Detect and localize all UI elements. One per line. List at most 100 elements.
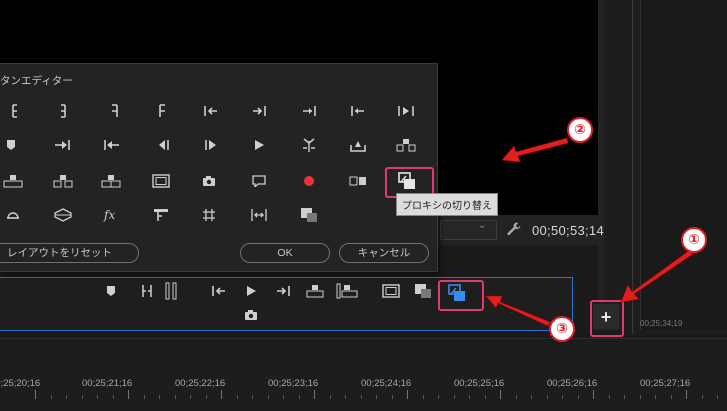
loop-icon[interactable] — [0, 204, 26, 226]
ruler-minor-tick — [438, 395, 439, 399]
playhead-timecode[interactable]: 00;50;53;14 — [532, 223, 604, 238]
ruler-minor-tick — [283, 395, 284, 399]
ruler-minor-tick — [485, 395, 486, 399]
ruler-minor-tick — [531, 395, 532, 399]
resolution-dropdown[interactable] — [440, 220, 497, 240]
overwrite-icon[interactable] — [98, 170, 124, 192]
wrench-icon[interactable] — [506, 221, 522, 237]
proxy-bar-highlight — [438, 280, 484, 311]
step-back-icon[interactable] — [98, 134, 124, 156]
chevron-down-icon[interactable]: ⌄ — [478, 220, 486, 231]
add-marker-icon[interactable] — [150, 100, 176, 122]
trim-monitor-icon[interactable] — [296, 134, 322, 156]
play-in-to-out-icon[interactable] — [393, 100, 419, 122]
ruler-ticks — [0, 372, 727, 402]
fx-icon[interactable]: fx — [98, 204, 124, 226]
ruler-minor-tick — [159, 395, 160, 399]
play-icon[interactable] — [238, 280, 264, 302]
ruler-major-tick — [500, 390, 501, 399]
ruler-major-tick — [686, 390, 687, 399]
ruler-minor-tick — [671, 395, 672, 399]
dialog-title: タンエディター — [0, 75, 73, 87]
ruler-minor-tick — [330, 395, 331, 399]
panel-gap — [604, 0, 632, 330]
go-to-in-icon[interactable] — [198, 100, 224, 122]
camera-icon[interactable] — [196, 170, 222, 192]
go-to-out-icon[interactable] — [270, 280, 296, 302]
ruler-minor-tick — [702, 395, 703, 399]
ruler-minor-tick — [392, 395, 393, 399]
fit-icon[interactable] — [246, 204, 272, 226]
grid-icon[interactable] — [196, 204, 222, 226]
extract-icon[interactable] — [0, 170, 26, 192]
overlay-icon[interactable] — [296, 204, 322, 226]
ruler-minor-tick — [345, 395, 346, 399]
ruler-minor-tick — [144, 395, 145, 399]
export-frame-icon[interactable] — [345, 134, 371, 156]
step-marker-3: ③ — [549, 316, 575, 342]
play-stop-icon[interactable] — [198, 134, 224, 156]
ruler-minor-tick — [376, 395, 377, 399]
mark-out-icon[interactable] — [50, 100, 76, 122]
go-to-previous-edit-icon[interactable] — [345, 100, 371, 122]
reset-layout-button[interactable]: レイアウトをリセット — [0, 243, 139, 263]
mark-in-out-icon[interactable] — [134, 280, 160, 302]
ruler-minor-tick — [361, 395, 362, 399]
right-panel-timecode: 00;25;34;19 — [640, 319, 683, 328]
ruler-major-tick — [407, 390, 408, 399]
ruler-minor-tick — [175, 395, 176, 399]
ruler-minor-tick — [547, 395, 548, 399]
comment-icon[interactable] — [246, 170, 272, 192]
cancel-button[interactable]: キャンセル — [339, 243, 429, 263]
ruler-minor-tick — [562, 395, 563, 399]
record-icon[interactable] — [296, 170, 322, 192]
lift-icon[interactable] — [393, 134, 419, 156]
ruler-minor-tick — [206, 395, 207, 399]
lumetri-icon[interactable] — [148, 204, 174, 226]
ruler-major-tick — [593, 390, 594, 399]
go-to-out-icon[interactable] — [246, 100, 272, 122]
comparison-view-icon[interactable] — [410, 280, 436, 302]
plus-button-highlight — [590, 300, 624, 337]
ok-button[interactable]: OK — [240, 243, 330, 263]
ruler-minor-tick — [82, 395, 83, 399]
svg-text:fx: fx — [103, 208, 115, 222]
ruler-minor-tick — [516, 395, 517, 399]
vr-video-icon[interactable] — [50, 204, 76, 226]
ruler-minor-tick — [640, 395, 641, 399]
go-to-in-icon[interactable] — [206, 280, 232, 302]
insert-icon[interactable] — [302, 280, 328, 302]
ruler-minor-tick — [578, 395, 579, 399]
safe-margins-icon[interactable] — [148, 170, 174, 192]
mark-in-icon[interactable] — [2, 100, 28, 122]
right-panel-content — [640, 0, 727, 330]
comparison-view-icon[interactable] — [345, 170, 371, 192]
marker-icon[interactable] — [98, 280, 124, 302]
ruler-minor-tick — [423, 395, 424, 399]
marker-icon[interactable] — [0, 134, 24, 156]
ruler-minor-tick — [624, 395, 625, 399]
ruler-major-tick — [35, 390, 36, 399]
ruler-minor-tick — [252, 395, 253, 399]
ruler-minor-tick — [655, 395, 656, 399]
ruler-minor-tick — [66, 395, 67, 399]
camera-icon[interactable] — [238, 304, 264, 326]
step-forward-icon[interactable] — [50, 134, 76, 156]
button-editor-dialog: タンエディター fx レイアウトをリセット OK キャンセル — [0, 63, 438, 272]
ruler-minor-tick — [454, 395, 455, 399]
insert-icon[interactable] — [50, 170, 76, 192]
overwrite-icon[interactable] — [334, 280, 360, 302]
ruler-minor-tick — [268, 395, 269, 399]
play-icon[interactable] — [246, 134, 272, 156]
mark-clip-icon[interactable] — [158, 280, 184, 302]
go-to-next-edit-icon[interactable] — [296, 100, 322, 122]
step-back-frame-icon[interactable] — [150, 134, 176, 156]
ruler-major-tick — [128, 390, 129, 399]
ruler-minor-tick — [97, 395, 98, 399]
ruler-minor-tick — [190, 395, 191, 399]
mark-clip-icon[interactable] — [101, 100, 127, 122]
safe-margins-icon[interactable] — [378, 280, 404, 302]
ruler-major-tick — [221, 390, 222, 399]
ruler-minor-tick — [609, 395, 610, 399]
ruler-minor-tick — [717, 395, 718, 399]
